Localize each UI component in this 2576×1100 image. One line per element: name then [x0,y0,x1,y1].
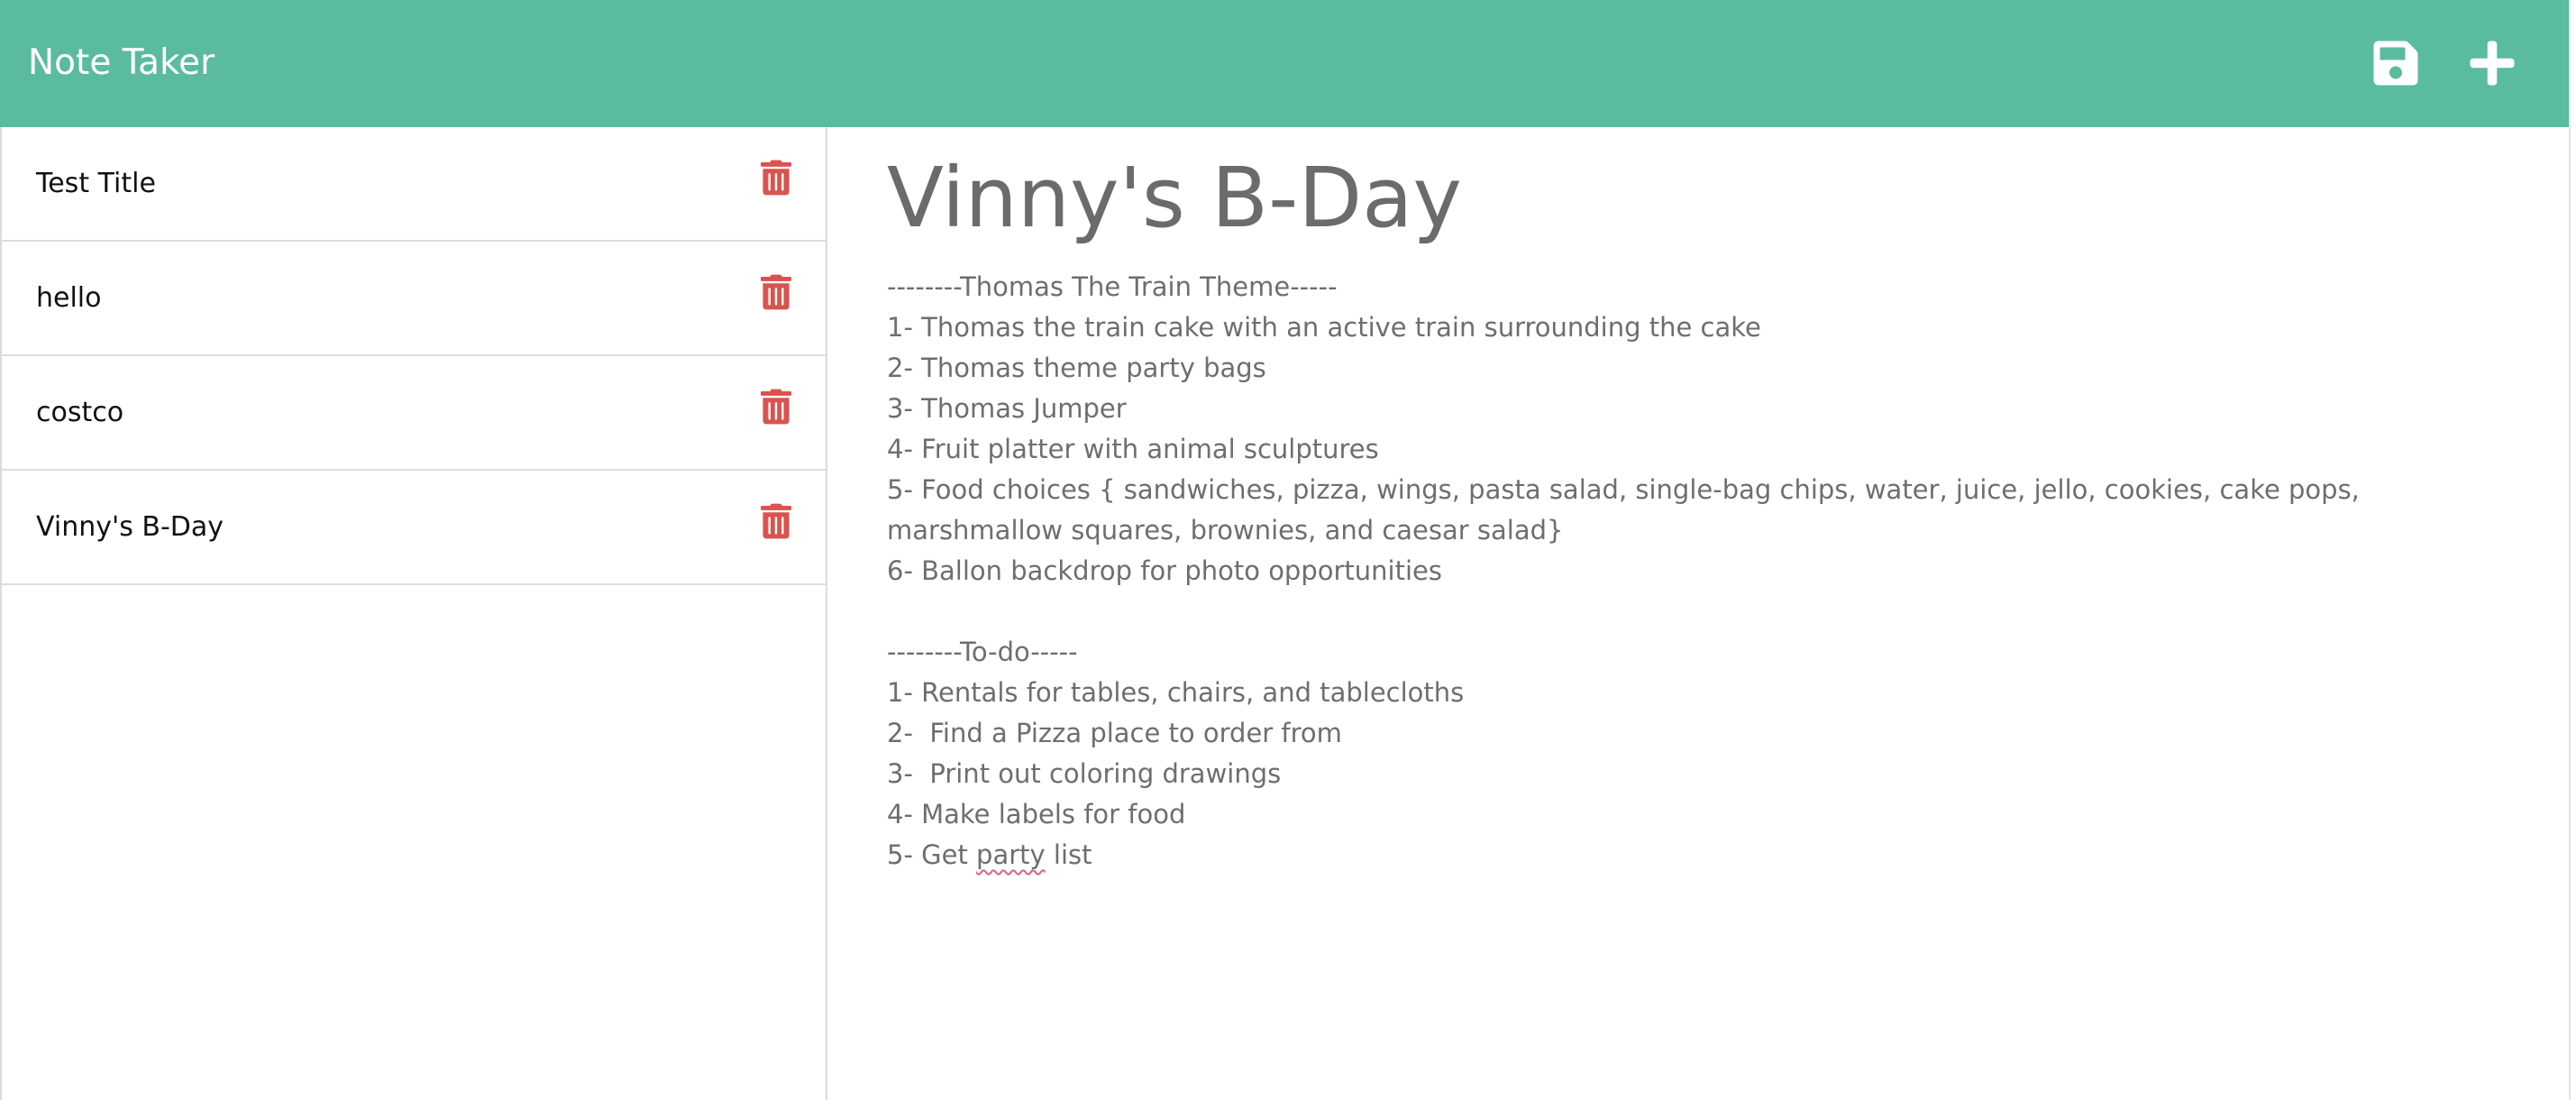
note-line-text: list [1045,839,1092,870]
note-line [887,591,2527,632]
note-line: --------To-do----- [887,637,1078,667]
note-line: 3- Print out coloring drawings [887,758,1282,789]
note-item-title[interactable]: costco [36,390,123,435]
save-icon[interactable] [2370,38,2421,88]
plus-icon-graphic [2470,41,2515,86]
list-item[interactable]: costco [2,356,826,471]
note-item-title[interactable]: Vinny's B-Day [36,505,224,550]
note-textarea[interactable]: --------Thomas The Train Theme----- 1- T… [887,267,2527,875]
note-item-title[interactable]: Test Title [36,161,156,206]
window-edge [2569,0,2576,1100]
note-line: 2- Find a Pizza place to order from [887,718,1342,748]
note-line: 1- Rentals for tables, chairs, and table… [887,677,1465,708]
note-editor: Vinny's B-Day --------Thomas The Train T… [827,127,2569,1100]
trash-icon-graphic [761,274,791,310]
note-line: 1- Thomas the train cake with an active … [887,312,1761,343]
note-line: --------Thomas The Train Theme----- [887,271,1338,302]
trash-icon-graphic [761,160,791,196]
list-item[interactable]: hello [2,242,826,356]
plus-icon[interactable] [2467,38,2517,88]
app-title[interactable]: Note Taker [28,38,215,88]
list-item[interactable]: Test Title [2,127,826,242]
note-title-input[interactable]: Vinny's B-Day [887,145,1462,252]
note-line-text: 5- Get [887,839,977,870]
trash-icon-graphic [761,503,791,539]
trash-icon[interactable] [761,274,791,310]
save-icon-graphic [2373,41,2418,86]
note-line: 4- Fruit platter with animal sculptures [887,434,1379,464]
trash-icon[interactable] [761,503,791,539]
trash-icon-graphic [761,389,791,425]
note-list-sidebar: Test Title hello costco Vinny's B-Day [0,127,827,1100]
spellcheck-word: party [976,839,1046,870]
note-line: 4- Make labels for food [887,799,1186,830]
trash-icon[interactable] [761,160,791,196]
note-item-title[interactable]: hello [36,276,102,321]
list-item[interactable]: Vinny's B-Day [2,471,826,585]
note-line: 5- Food choices { sandwiches, pizza, win… [887,474,2369,545]
note-line: 2- Thomas theme party bags [887,353,1266,383]
note-line: 5- Get party list [887,835,2527,875]
navbar: Note Taker [0,0,2569,127]
trash-icon[interactable] [761,389,791,425]
note-line: 3- Thomas Jumper [887,393,1127,424]
note-list: Test Title hello costco Vinny's B-Day [2,127,826,585]
note-line: 6- Ballon backdrop for photo opportuniti… [887,555,1442,586]
